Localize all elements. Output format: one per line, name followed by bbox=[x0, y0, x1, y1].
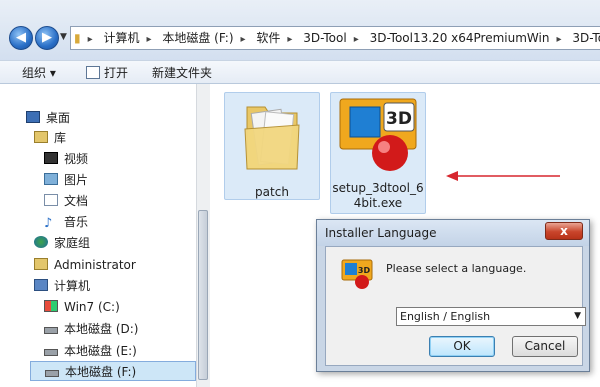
language-select[interactable]: English / English ▼ bbox=[396, 307, 586, 326]
svg-text:3D: 3D bbox=[358, 266, 371, 275]
3d-tool-installer-icon: 3D bbox=[341, 259, 373, 289]
annotation-arrowhead bbox=[446, 171, 458, 181]
dialog-body: 3D Please select a language. English / E… bbox=[325, 246, 586, 366]
dialog-close-button[interactable]: x bbox=[545, 222, 583, 240]
language-select-value: English / English bbox=[400, 310, 491, 323]
dialog-message: Please select a language. bbox=[386, 262, 527, 275]
chevron-down-icon: ▼ bbox=[574, 311, 581, 321]
installer-language-dialog: Installer Language x 3D Please select a … bbox=[316, 219, 590, 372]
ok-button[interactable]: OK bbox=[429, 336, 495, 357]
cancel-button[interactable]: Cancel bbox=[512, 336, 578, 357]
